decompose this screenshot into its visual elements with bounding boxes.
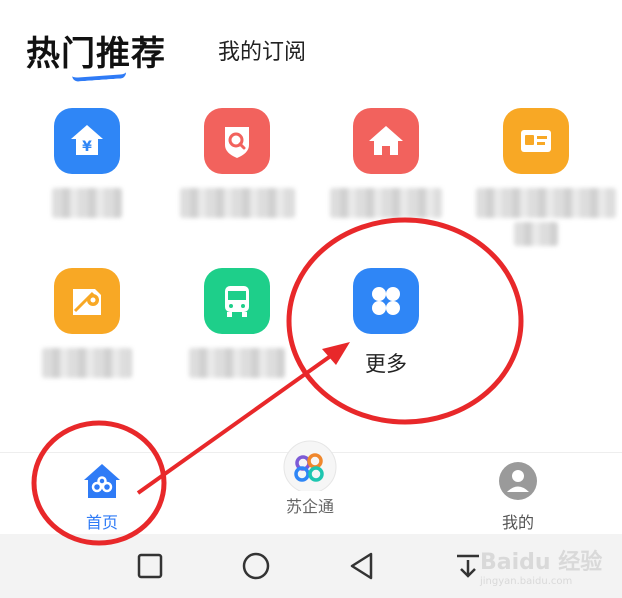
top-tabs: 热门推荐 我的订阅: [0, 0, 622, 90]
more-label: 更多: [365, 352, 407, 376]
tab-active-indicator: [71, 66, 127, 82]
app-item-bus[interactable]: [177, 268, 297, 378]
grid-four-icon: [353, 268, 419, 334]
app-label-blurred: [330, 188, 442, 218]
bottom-nav: 首页 苏企通 我的: [0, 440, 622, 535]
nav-suqitong[interactable]: 苏企通: [250, 440, 370, 517]
nav-home[interactable]: 首页: [42, 453, 162, 533]
back-triangle-icon[interactable]: [346, 550, 378, 582]
app-label-blurred: [179, 188, 295, 218]
app-label-blurred: [189, 348, 285, 378]
user-avatar-icon: [499, 462, 537, 500]
nav-home-label: 首页: [85, 513, 118, 532]
app-label-blurred: [514, 222, 558, 246]
app-item-query[interactable]: [177, 108, 297, 218]
app-item-housing[interactable]: [326, 108, 446, 218]
tab-my-subscriptions[interactable]: 我的订阅: [218, 34, 306, 66]
map-pin-icon: [54, 268, 120, 334]
app-item-map[interactable]: [27, 268, 147, 378]
nav-mine-label: 我的: [501, 513, 534, 532]
suqitong-logo-icon: [283, 440, 337, 494]
home-icon: [353, 108, 419, 174]
bus-icon: [204, 268, 270, 334]
home-circle-icon[interactable]: [240, 550, 272, 582]
app-item-id[interactable]: [476, 108, 616, 246]
app-item-more[interactable]: 更多: [326, 268, 446, 378]
svg-text:¥: ¥: [82, 139, 92, 155]
app-label-blurred: [42, 348, 132, 378]
search-shield-icon: [204, 108, 270, 174]
home-nav-icon: [84, 464, 120, 498]
app-label-blurred: [52, 188, 122, 218]
fund-house-icon: ¥: [54, 108, 120, 174]
app-label-blurred: [476, 188, 616, 218]
id-card-icon: [503, 108, 569, 174]
nav-mine[interactable]: 我的: [458, 453, 578, 533]
app-item-fund[interactable]: ¥: [27, 108, 147, 218]
recent-apps-icon[interactable]: [134, 550, 166, 582]
baidu-watermark-logo: Baidu 经验 jingyan.baidu.com: [480, 550, 603, 587]
nav-suqitong-label: 苏企通: [285, 497, 334, 516]
